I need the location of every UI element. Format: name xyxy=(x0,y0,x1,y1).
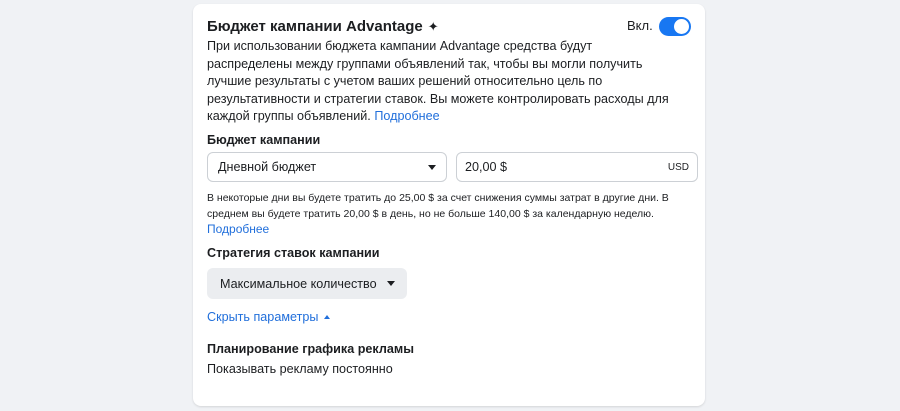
toggle-label: Вкл. xyxy=(627,18,653,33)
section-title: Бюджет кампании Advantage ✦ xyxy=(207,18,439,35)
hide-parameters-label: Скрыть параметры xyxy=(207,310,319,324)
sparkle-icon: ✦ xyxy=(427,18,439,34)
bid-strategy-select[interactable]: Максимальное количество xyxy=(207,268,407,299)
caret-down-icon xyxy=(386,281,395,286)
budget-hint: В некоторые дни вы будете тратить до 25,… xyxy=(207,191,697,239)
bid-strategy-value: Максимальное количество xyxy=(220,276,377,291)
caret-up-icon xyxy=(324,315,331,319)
description: При использовании бюджета кампании Advan… xyxy=(207,38,677,126)
section-title-text: Бюджет кампании Advantage xyxy=(207,18,423,35)
bid-strategy-label: Стратегия ставок кампании xyxy=(207,246,380,260)
budget-type-select[interactable]: Дневной бюджет xyxy=(207,152,447,182)
budget-amount-field[interactable]: USD xyxy=(456,152,698,182)
toggle-knob xyxy=(674,19,689,34)
ad-schedule-value: Показывать рекламу постоянно xyxy=(207,362,393,376)
learn-more-link[interactable]: Подробнее xyxy=(374,109,439,123)
budget-amount-input[interactable] xyxy=(465,160,668,174)
budget-label: Бюджет кампании xyxy=(207,133,321,147)
currency-label: USD xyxy=(667,161,689,173)
hide-parameters-link[interactable]: Скрыть параметры xyxy=(207,310,331,324)
budget-hint-text: В некоторые дни вы будете тратить до 25,… xyxy=(207,192,669,220)
budget-learn-more-link[interactable]: Подробнее xyxy=(207,222,269,236)
campaign-budget-card: Бюджет кампании Advantage ✦ Вкл. При исп… xyxy=(193,4,705,406)
caret-down-icon xyxy=(428,164,436,170)
advantage-budget-toggle[interactable] xyxy=(659,17,691,36)
ad-schedule-label: Планирование графика рекламы xyxy=(207,342,414,356)
budget-type-value: Дневной бюджет xyxy=(218,160,317,174)
